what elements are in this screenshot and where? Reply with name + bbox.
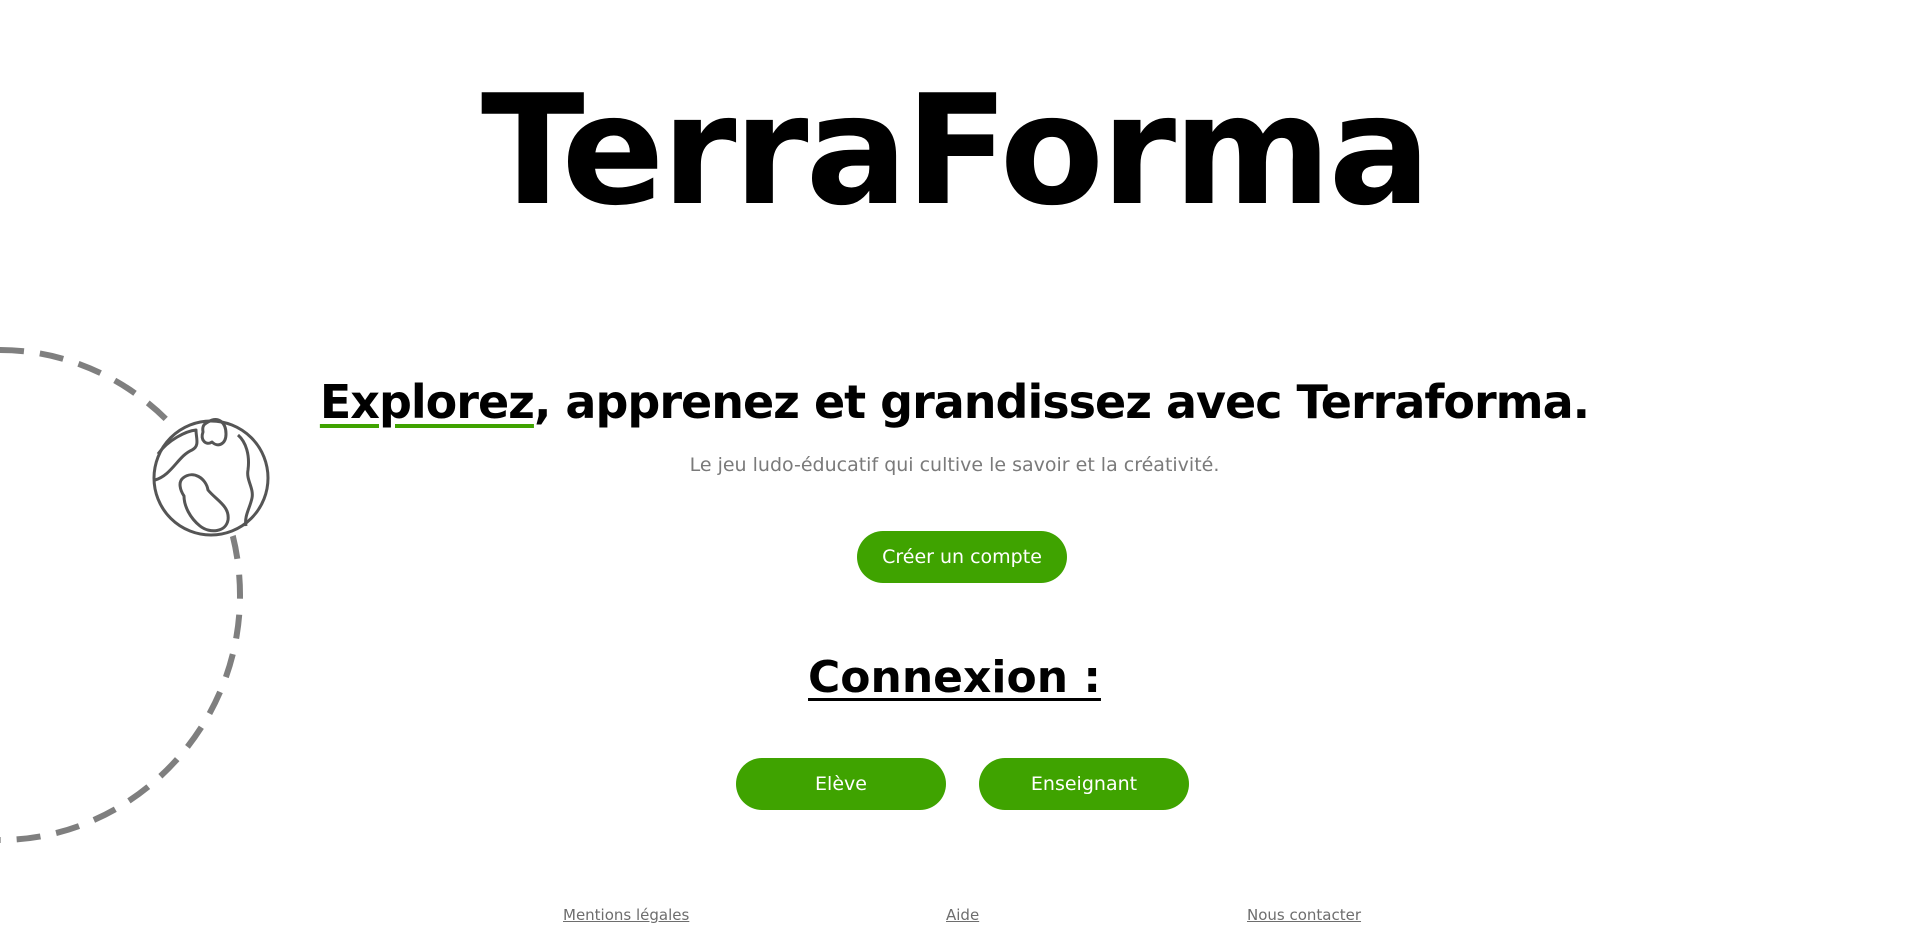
login-heading: Connexion :: [0, 648, 1909, 708]
footer-link-contact[interactable]: Nous contacter: [1247, 905, 1361, 925]
hero-subtitle: Le jeu ludo-éducatif qui cultive le savo…: [689, 454, 1220, 476]
hero-tagline: Explorez, apprenez et grandissez avec Te…: [0, 372, 1909, 432]
tagline-rest: , apprenez et grandissez avec Terraforma…: [533, 375, 1590, 429]
globe-icon: [149, 416, 273, 540]
landing-page: TerraForma Explorez, apprenez et grandis…: [0, 0, 1909, 946]
tagline-accent-word: Explorez: [319, 375, 535, 429]
teacher-login-button[interactable]: Enseignant: [979, 758, 1189, 810]
create-account-button[interactable]: Créer un compte: [857, 531, 1067, 583]
footer-link-help[interactable]: Aide: [946, 905, 979, 925]
login-heading-text: Connexion :: [808, 652, 1101, 703]
footer-link-legal[interactable]: Mentions légales: [563, 905, 689, 925]
site-logo: TerraForma: [480, 62, 1431, 239]
student-login-button[interactable]: Elève: [736, 758, 946, 810]
